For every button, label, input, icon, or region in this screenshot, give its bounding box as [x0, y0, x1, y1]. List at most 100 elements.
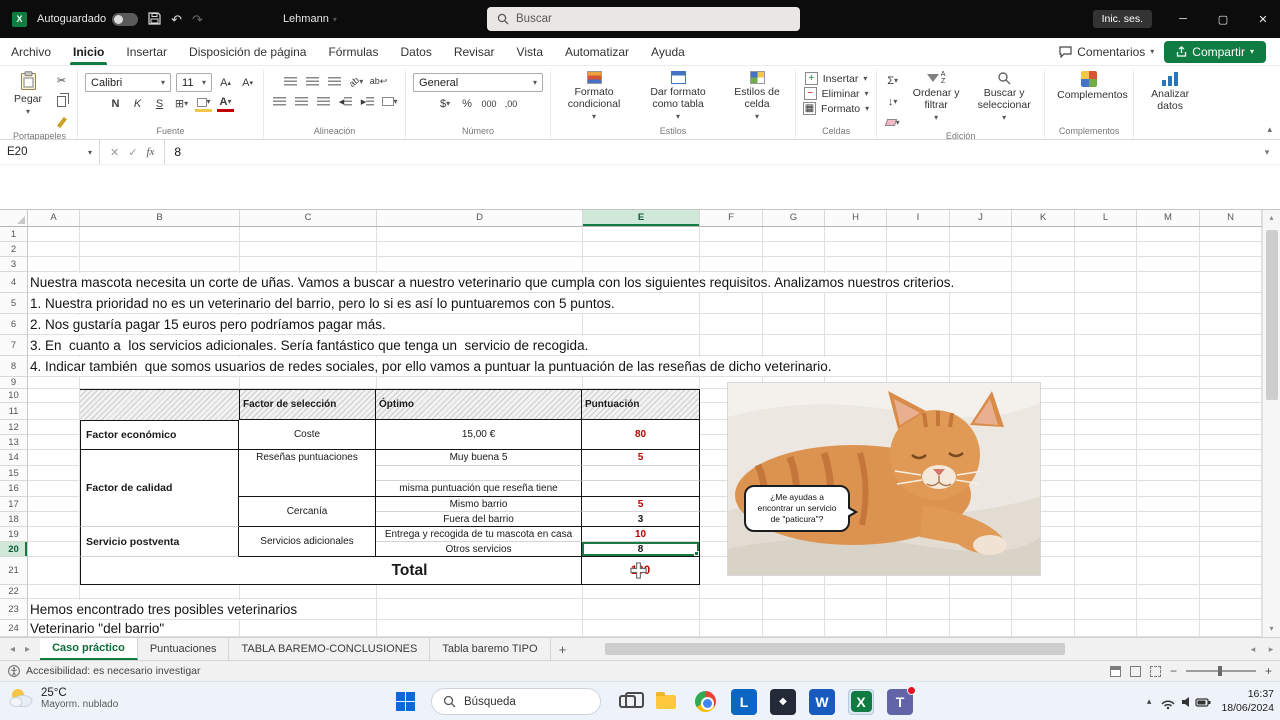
row-header-15[interactable]: 15: [0, 466, 27, 481]
align-bottom-button[interactable]: [326, 73, 343, 90]
currency-format-button[interactable]: $ ▾: [437, 95, 454, 112]
format-as-table-button[interactable]: Dar formato como tabla ▾: [638, 70, 718, 122]
cell-coste-optimo[interactable]: 15,00 €: [376, 420, 582, 450]
decrease-indent-button[interactable]: ◂: [337, 93, 354, 110]
cell-e20-selected[interactable]: 8: [582, 542, 700, 557]
find-select-button[interactable]: Buscar y seleccionar ▾: [971, 70, 1037, 123]
cell-b-header-empty[interactable]: [80, 389, 239, 420]
column-header-B[interactable]: B: [80, 210, 240, 226]
hscroll-right-arrow[interactable]: ▸: [1262, 638, 1280, 661]
cell-cercania[interactable]: Cercanía: [239, 497, 376, 527]
column-header-G[interactable]: G: [763, 210, 825, 226]
underline-button[interactable]: S: [151, 95, 168, 112]
tab-ayuda[interactable]: Ayuda: [640, 38, 696, 65]
wrap-text-button[interactable]: ab↩: [370, 73, 388, 90]
app-l-icon[interactable]: L: [731, 688, 757, 715]
cell-styles-button[interactable]: Estilos de celda ▾: [726, 70, 788, 122]
vertical-scroll-thumb[interactable]: [1266, 230, 1278, 400]
confirm-entry-button[interactable]: ✓: [128, 146, 137, 159]
zoom-out-button[interactable]: −: [1170, 665, 1177, 677]
fill-color-button[interactable]: ▾: [195, 95, 213, 112]
sheet-tab-caso-practico[interactable]: Caso práctico: [40, 638, 138, 660]
cell-cercania-optimo2[interactable]: Fuera del barrio: [376, 512, 582, 527]
column-header-I[interactable]: I: [887, 210, 950, 226]
scroll-down-arrow[interactable]: ▾: [1263, 621, 1280, 637]
autosum-button[interactable]: Σ ▾: [884, 72, 901, 89]
sheet-tab-tabla-baremo-conclusiones[interactable]: TABLA BAREMO-CONCLUSIONES: [229, 638, 431, 660]
cell-factor-calidad[interactable]: Factor de calidad: [80, 450, 239, 527]
save-button[interactable]: [148, 11, 161, 27]
delete-cells-button[interactable]: − Eliminar ▾: [803, 87, 869, 100]
cell-cercania-puntos2[interactable]: 3: [582, 512, 700, 527]
orientation-button[interactable]: ab ▾: [347, 73, 365, 90]
font-size-select[interactable]: 11 ▾: [176, 73, 213, 92]
percent-format-button[interactable]: %: [459, 95, 476, 112]
scroll-up-arrow[interactable]: ▴: [1263, 210, 1280, 226]
cell-postventa-optimo2[interactable]: Otros servicios: [376, 542, 582, 557]
conditional-formatting-button[interactable]: Formato condicional ▾: [558, 70, 630, 122]
clear-button[interactable]: ▾: [884, 114, 901, 131]
chrome-icon[interactable]: [692, 689, 718, 715]
tab-vista[interactable]: Vista: [506, 38, 554, 65]
font-color-button[interactable]: A ▾: [217, 95, 235, 112]
cell-cercania-puntos1[interactable]: 5: [582, 497, 700, 512]
sheet-text-row-24[interactable]: Veterinario "del barrio": [28, 621, 165, 636]
tab-datos[interactable]: Datos: [389, 38, 442, 65]
fill-button[interactable]: ↓ ▾: [884, 93, 901, 110]
sheet-text-row-4[interactable]: Nuestra mascota necesita un corte de uña…: [28, 273, 955, 292]
shrink-font-button[interactable]: A ▾: [239, 74, 256, 91]
hidden-icons-chevron[interactable]: ▴: [1147, 696, 1152, 707]
font-name-select[interactable]: Calibri ▾: [85, 73, 172, 92]
column-header-F[interactable]: F: [700, 210, 763, 226]
row-header-4[interactable]: 4: [0, 272, 27, 293]
row-header-21[interactable]: 21: [0, 557, 27, 585]
row-header-10[interactable]: 10: [0, 389, 27, 403]
tab-disposicion[interactable]: Disposición de página: [178, 38, 317, 65]
maximize-button[interactable]: ▢: [1206, 0, 1240, 38]
sheet-nav-left-arrow[interactable]: ◂: [10, 644, 15, 655]
row-header-9[interactable]: 9: [0, 377, 27, 389]
tab-automatizar[interactable]: Automatizar: [554, 38, 640, 65]
row-header-2[interactable]: 2: [0, 242, 27, 257]
align-middle-button[interactable]: [304, 73, 321, 90]
horizontal-scrollbar[interactable]: ◂ ▸: [594, 638, 1280, 661]
align-top-button[interactable]: [282, 73, 299, 90]
name-box[interactable]: E20 ▾: [0, 140, 100, 164]
zoom-in-button[interactable]: +: [1265, 665, 1272, 677]
column-header-E[interactable]: E: [583, 210, 700, 226]
column-header-N[interactable]: N: [1200, 210, 1262, 226]
cell-resenas[interactable]: Reseñas puntuaciones: [239, 450, 376, 497]
sheet-text-row-8[interactable]: 4. Indicar también que somos usuarios de…: [28, 357, 832, 376]
cell-postventa-optimo1[interactable]: Entrega y recogida de tu mascota en casa: [376, 527, 582, 542]
sheet-text-row-7[interactable]: 3. En cuanto a los servicios adicionales…: [28, 336, 589, 355]
row-header-11[interactable]: 11: [0, 403, 27, 420]
tab-formulas[interactable]: Fórmulas: [317, 38, 389, 65]
minimize-button[interactable]: ─: [1166, 0, 1200, 38]
cell-coste-puntos[interactable]: 80: [582, 420, 700, 450]
insert-function-button[interactable]: fx: [146, 146, 154, 158]
taskbar-clock[interactable]: 16:37 18/06/2024: [1221, 688, 1274, 715]
undo-button[interactable]: ↶: [171, 13, 182, 26]
sheet-tab-tabla-baremo-tipo[interactable]: Tabla baremo TIPO: [430, 638, 551, 660]
sign-in-button[interactable]: Inic. ses.: [1092, 10, 1152, 28]
format-cells-button[interactable]: ▦ Formato ▾: [803, 102, 869, 115]
format-painter-button[interactable]: [53, 114, 70, 131]
sheet-text-row-5[interactable]: 1. Nuestra prioridad no es un veterinari…: [28, 294, 615, 313]
align-right-button[interactable]: [315, 93, 332, 110]
vertical-scrollbar[interactable]: ▴ ▾: [1262, 210, 1280, 637]
cell-total-label[interactable]: Total: [80, 557, 582, 585]
row-header-18[interactable]: 18: [0, 512, 27, 527]
row-header-6[interactable]: 6: [0, 314, 27, 335]
page-break-view-button[interactable]: [1149, 665, 1161, 677]
row-header-23[interactable]: 23: [0, 599, 27, 620]
decimal-buttons[interactable]: ,00: [503, 95, 520, 112]
align-left-button[interactable]: [271, 93, 288, 110]
page-layout-view-button[interactable]: [1129, 665, 1141, 677]
column-header-L[interactable]: L: [1075, 210, 1137, 226]
borders-button[interactable]: ⊞ ▾: [173, 95, 190, 112]
row-header-1[interactable]: 1: [0, 227, 27, 242]
zoom-slider[interactable]: [1185, 666, 1256, 676]
cell-empty[interactable]: [376, 466, 582, 481]
workbook-menu[interactable]: Lehmann ▾: [283, 13, 337, 25]
autosave-toggle[interactable]: [112, 12, 139, 26]
